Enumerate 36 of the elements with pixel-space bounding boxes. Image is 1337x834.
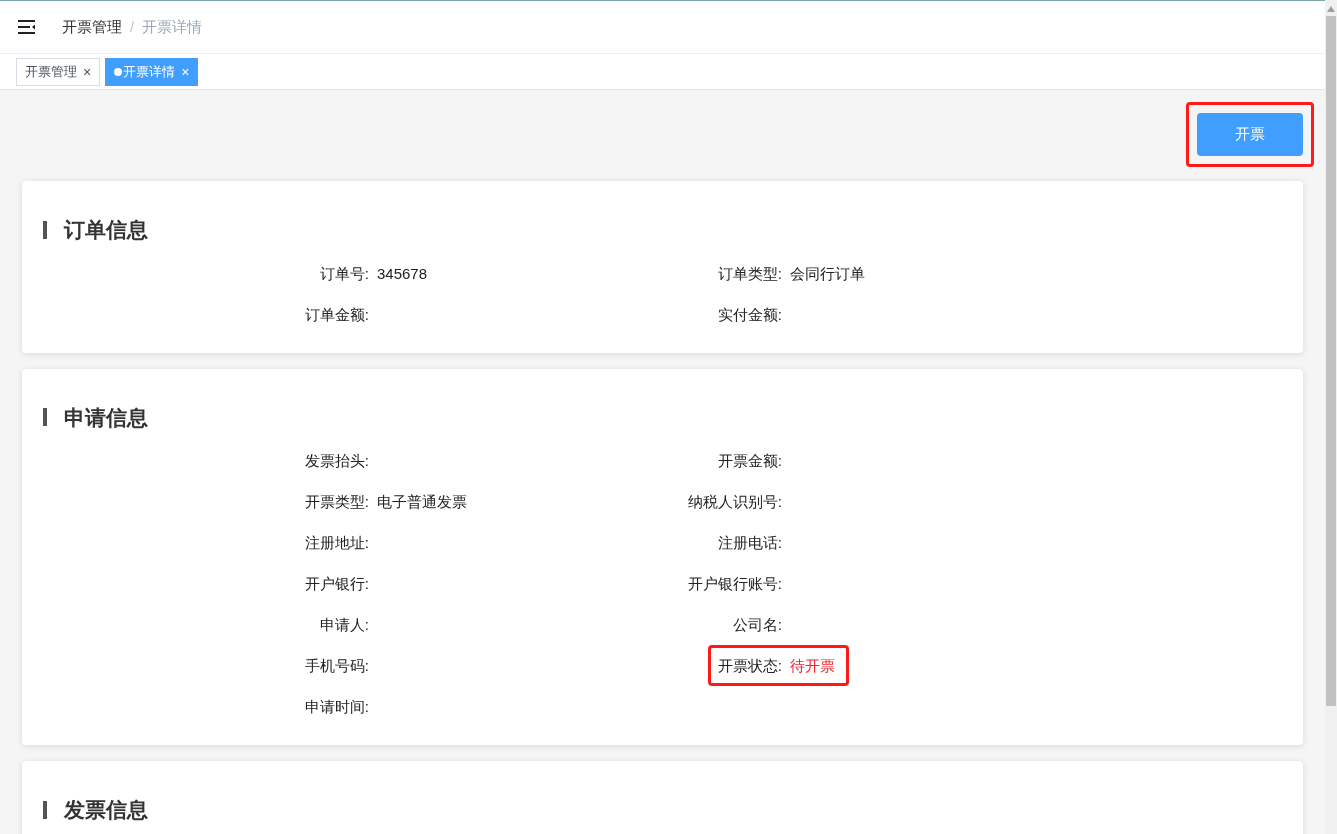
field-label: 手机号码: xyxy=(304,656,369,677)
scrollbar-thumb[interactable] xyxy=(1326,16,1336,706)
section-title: 发票信息 xyxy=(64,797,148,823)
field-label: 公司名: xyxy=(732,615,782,636)
field-value: 待开票 xyxy=(790,656,835,677)
close-icon[interactable]: × xyxy=(83,64,92,79)
field-value: 电子普通发票 xyxy=(377,492,467,513)
field-label: 开户银行账号: xyxy=(687,574,782,595)
field-label: 订单号: xyxy=(319,263,369,284)
menu-icon[interactable] xyxy=(18,20,36,34)
breadcrumb-separator: / xyxy=(130,16,135,37)
field-label: 开票金额: xyxy=(717,451,782,472)
section-title: 订单信息 xyxy=(64,217,148,243)
field-value: 345678 xyxy=(377,263,428,284)
field-label: 开票类型: xyxy=(304,492,369,513)
title-bar-icon xyxy=(43,408,47,427)
field-label: 实付金额: xyxy=(717,304,782,325)
scroll-up-icon[interactable] xyxy=(1327,6,1335,12)
field-label: 开户银行: xyxy=(304,574,369,595)
field-label: 申请时间: xyxy=(304,697,369,718)
field-label: 开票状态: xyxy=(717,656,782,677)
scrollbar[interactable] xyxy=(1325,0,1337,834)
field-label: 订单类型: xyxy=(717,263,782,284)
tab[interactable]: 开票管理 × xyxy=(16,57,101,86)
title-bar-icon xyxy=(43,800,47,819)
title-bar-icon xyxy=(43,220,47,239)
section-title: 申请信息 xyxy=(64,404,148,431)
field-label: 注册电话: xyxy=(717,533,782,554)
breadcrumb-current: 开票详情 xyxy=(142,16,203,37)
field-label: 申请人: xyxy=(319,615,369,636)
field-label: 发票抬头: xyxy=(304,451,369,472)
breadcrumb-link[interactable]: 开票管理 xyxy=(62,15,122,39)
field-label: 纳税人识别号: xyxy=(687,492,782,513)
field-label: 注册地址: xyxy=(304,533,369,554)
field-value: 会同行订单 xyxy=(790,263,865,284)
field-label: 订单金额: xyxy=(304,304,369,325)
